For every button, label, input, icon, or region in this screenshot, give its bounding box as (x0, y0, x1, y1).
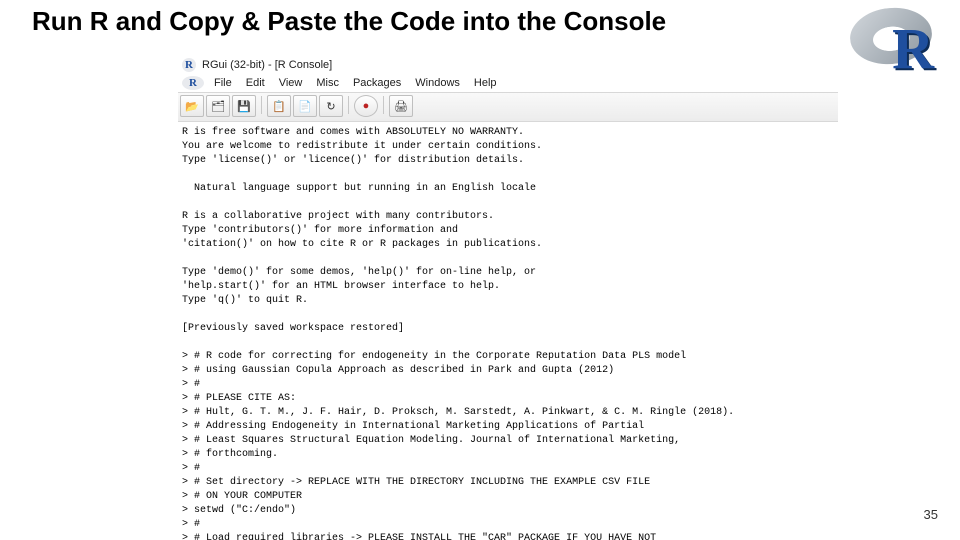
run-icon[interactable]: ↻ (319, 95, 343, 117)
rgui-window: R RGui (32-bit) - [R Console] R File Edi… (178, 56, 838, 540)
menu-view[interactable]: View (275, 77, 307, 89)
r-logo-letter: R (892, 20, 934, 78)
page-number: 35 (924, 507, 938, 522)
stop-icon[interactable]: ● (354, 95, 378, 117)
toolbar: 📂 🗂 💾 📋 📄 ↻ ● 🖨 (178, 92, 838, 122)
menu-bar: R File Edit View Misc Packages Windows H… (178, 74, 838, 92)
print-icon[interactable]: 🖨 (389, 95, 413, 117)
open-icon[interactable]: 📂 (180, 95, 204, 117)
window-titlebar: R RGui (32-bit) - [R Console] (178, 56, 838, 74)
menu-windows[interactable]: Windows (411, 77, 464, 89)
menu-edit[interactable]: Edit (242, 77, 269, 89)
app-icon: R (182, 76, 204, 90)
slide-title: Run R and Copy & Paste the Code into the… (32, 6, 666, 37)
toolbar-separator (348, 96, 349, 114)
menu-packages[interactable]: Packages (349, 77, 405, 89)
menu-help[interactable]: Help (470, 77, 501, 89)
toolbar-separator (383, 96, 384, 114)
paste-icon[interactable]: 📄 (293, 95, 317, 117)
copy-icon[interactable]: 📋 (267, 95, 291, 117)
menu-file[interactable]: File (210, 77, 236, 89)
app-icon: R (182, 58, 196, 72)
save-icon[interactable]: 💾 (232, 95, 256, 117)
r-logo: R (850, 4, 936, 74)
menu-misc[interactable]: Misc (312, 77, 343, 89)
r-console[interactable]: R is free software and comes with ABSOLU… (178, 122, 838, 540)
load-workspace-icon[interactable]: 🗂 (206, 95, 230, 117)
window-title-text: RGui (32-bit) - [R Console] (202, 59, 332, 71)
toolbar-separator (261, 96, 262, 114)
